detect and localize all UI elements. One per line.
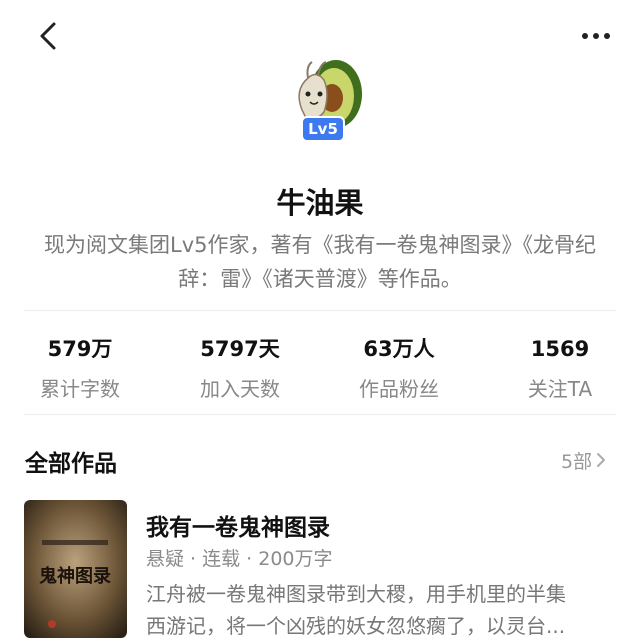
book-cover: 鬼神图录 <box>24 500 127 638</box>
book-title: 我有一卷鬼神图录 <box>146 515 330 541</box>
book-item[interactable]: 鬼神图录 我有一卷鬼神图录 悬疑 · 连载 · 200万字 江舟被一卷鬼神图录带… <box>24 500 624 642</box>
chevron-left-icon <box>40 22 56 50</box>
book-desc-line-1: 江舟被一卷鬼神图录带到大稷，用手机里的半集 <box>146 582 566 606</box>
cover-title: 鬼神图录 <box>39 565 111 587</box>
author-intro: 现为阅文集团Lv5作家，著有《我有一卷鬼神图录》《龙骨纪 辞：雷》《诸天普渡》等… <box>24 228 616 296</box>
stat-label: 作品粉丝 <box>359 377 439 401</box>
divider <box>24 414 616 415</box>
stat-value: 1569 <box>530 337 590 361</box>
stat-value: 579万 <box>47 337 113 361</box>
stat-label: 关注TA <box>527 377 593 401</box>
stat-word-count: 579万 累计字数 <box>10 334 150 402</box>
stat-following[interactable]: 1569 关注TA <box>490 334 630 402</box>
intro-line-2: 辞：雷》《诸天普渡》等作品。 <box>178 267 462 291</box>
book-desc-line-2: 西游记，将一个凶残的妖女忽悠瘸了，以灵台... <box>146 614 566 638</box>
book-description: 江舟被一卷鬼神图录带到大稷，用手机里的半集 西游记，将一个凶残的妖女忽悠瘸了，以… <box>146 578 616 642</box>
stat-value: 63万人 <box>363 337 435 361</box>
divider <box>24 310 616 311</box>
level-badge: Lv5 <box>301 116 345 142</box>
chevron-right-icon <box>596 451 606 473</box>
author-name: 牛油果 <box>276 186 364 220</box>
stats-row: 579万 累计字数 5797天 加入天数 63万人 作品粉丝 1569 关注TA <box>0 334 640 404</box>
intro-line-1: 现为阅文集团Lv5作家，著有《我有一卷鬼神图录》《龙骨纪 <box>44 233 596 257</box>
works-section-title: 全部作品 <box>25 451 117 477</box>
stat-value: 5797天 <box>200 337 280 361</box>
stat-fans[interactable]: 63万人 作品粉丝 <box>329 334 469 402</box>
author-avatar[interactable]: Lv5 <box>272 50 368 146</box>
works-count-label: 5部 <box>561 451 593 473</box>
stat-label: 累计字数 <box>40 377 120 401</box>
stat-join-days: 5797天 加入天数 <box>170 334 310 402</box>
book-meta: 悬疑 · 连载 · 200万字 <box>146 548 333 570</box>
more-button[interactable] <box>576 22 616 50</box>
back-button[interactable] <box>34 20 66 52</box>
ellipsis-icon <box>582 33 610 39</box>
works-count-link[interactable]: 5部 <box>561 447 606 474</box>
stat-label: 加入天数 <box>200 377 280 401</box>
